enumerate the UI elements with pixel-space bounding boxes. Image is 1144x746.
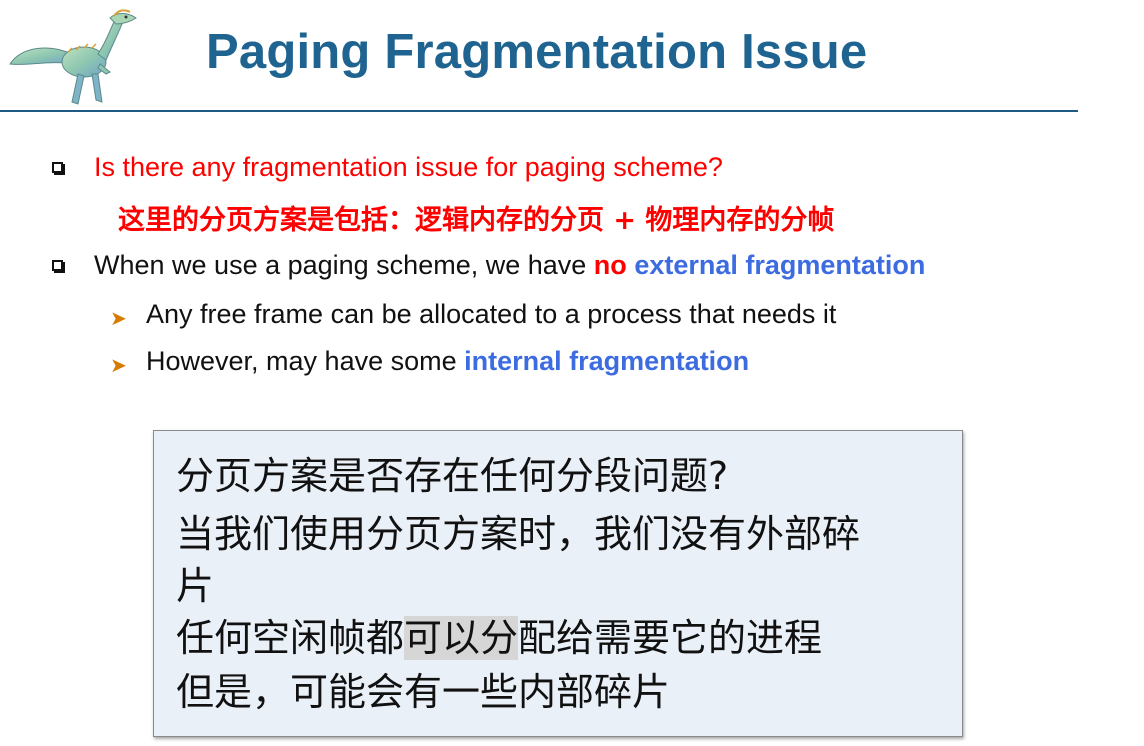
popup-highlighted-text[interactable]: 可以分 <box>404 616 519 660</box>
page-title: Paging Fragmentation Issue <box>206 25 868 79</box>
bullet-question: Is there any fragmentation issue for pag… <box>94 152 723 182</box>
bullet-paging-statement: When we use a paging scheme, we have no … <box>94 250 925 281</box>
popup-line-3: 片 <box>176 564 215 608</box>
popup-line-4-start: 任何空闲帧都 <box>176 616 405 660</box>
arrow-bullet-icon: ➤ <box>110 355 127 377</box>
popup-line-2: 当我们使用分页方案时，我们没有外部碎 <box>176 512 861 556</box>
popup-line-4-end: 配给需要它的进程 <box>518 616 823 660</box>
sub-bullet-free-frame: Any free frame can be allocated to a pro… <box>146 299 837 329</box>
popup-line-5: 但是，可能会有一些内部碎片 <box>176 670 671 714</box>
emphasis-external-fragmentation: external fragmentation <box>634 250 926 280</box>
emphasis-no: no <box>593 250 627 280</box>
bullet-question-note: 这里的分页方案是包括：逻辑内存的分页 + 物理内存的分帧 <box>118 205 835 236</box>
sub-bullet-internal: However, may have some internal fragment… <box>146 346 749 377</box>
translation-popup: 分页方案是否存在任何分段问题? 当我们使用分页方案时，我们没有外部碎 片 任何空… <box>153 430 963 737</box>
square-bullet-icon <box>52 162 63 173</box>
popup-line-4: 任何空闲帧都可以分配给需要它的进程 <box>176 607 822 662</box>
square-bullet-icon <box>52 260 63 271</box>
emphasis-internal-fragmentation: internal fragmentation <box>464 346 750 376</box>
title-divider <box>0 110 1078 112</box>
dinosaur-logo-icon <box>9 9 137 105</box>
arrow-bullet-icon: ➤ <box>110 308 127 330</box>
sub-bullet-internal-prefix: However, may have some <box>146 346 465 376</box>
bullet-paging-prefix: When we use a paging scheme, we have <box>94 250 594 280</box>
popup-line-1: 分页方案是否存在任何分段问题? <box>176 454 729 498</box>
